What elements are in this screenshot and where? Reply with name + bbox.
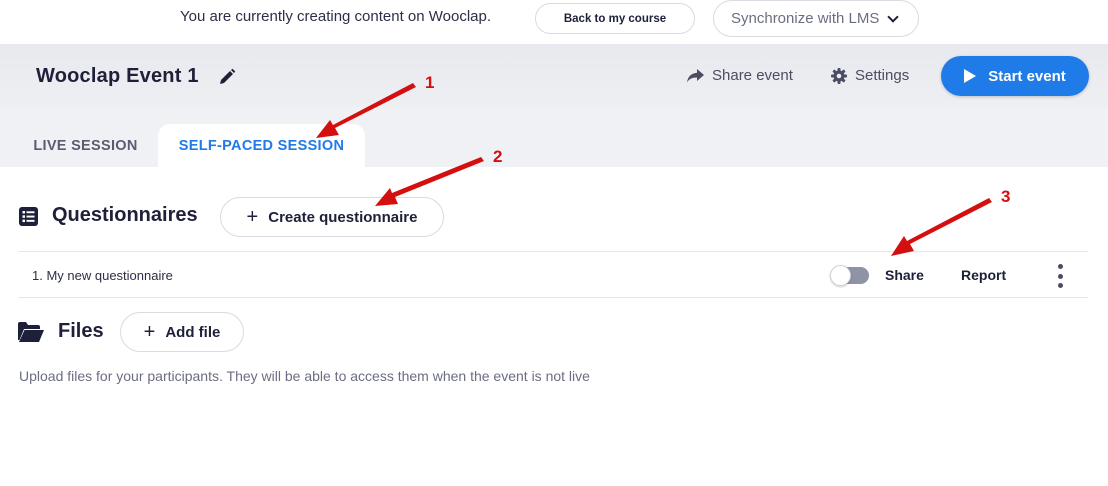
session-tabs: LIVE SESSION SELF-PACED SESSION bbox=[0, 107, 1108, 167]
tab-self-paced-session[interactable]: SELF-PACED SESSION bbox=[158, 124, 365, 167]
files-title: Files bbox=[58, 320, 104, 342]
banner-text: You are currently creating content on Wo… bbox=[180, 8, 492, 25]
questionnaires-title: Questionnaires bbox=[52, 204, 198, 226]
event-header: Wooclap Event 1 Share event Settings Sta… bbox=[0, 44, 1108, 107]
questionnaire-toggle[interactable] bbox=[830, 265, 869, 286]
share-event-button[interactable]: Share event bbox=[687, 67, 793, 84]
questionnaire-name[interactable]: 1. My new questionnaire bbox=[32, 268, 173, 283]
annotation-number-3: 3 bbox=[1001, 187, 1011, 206]
plus-icon: + bbox=[143, 321, 156, 343]
create-questionnaire-label: Create questionnaire bbox=[268, 208, 418, 226]
questionnaire-report-button[interactable]: Report bbox=[961, 267, 1006, 283]
sync-lms-label: Synchronize with LMS bbox=[731, 10, 880, 27]
files-description: Upload files for your participants. They… bbox=[19, 368, 590, 384]
tab-live-session[interactable]: LIVE SESSION bbox=[18, 124, 153, 167]
start-event-button[interactable]: Start event bbox=[941, 56, 1089, 96]
kebab-menu-icon[interactable] bbox=[1056, 264, 1064, 288]
sync-lms-select[interactable]: Synchronize with LMS bbox=[713, 0, 919, 37]
plus-icon: + bbox=[246, 206, 259, 228]
share-event-label: Share event bbox=[712, 67, 793, 84]
add-file-label: Add file bbox=[165, 323, 221, 341]
folder-icon bbox=[18, 322, 44, 342]
share-arrow-icon bbox=[687, 68, 704, 82]
back-to-course-button[interactable]: Back to my course bbox=[535, 3, 695, 34]
settings-button[interactable]: Settings bbox=[831, 67, 909, 84]
settings-label: Settings bbox=[855, 67, 910, 84]
annotation-number-2: 2 bbox=[493, 147, 503, 166]
gear-icon bbox=[831, 67, 847, 84]
questionnaire-share-button[interactable]: Share bbox=[885, 267, 924, 283]
toggle-knob bbox=[830, 265, 851, 286]
questionnaire-row: 1. My new questionnaire Share Report bbox=[18, 251, 1088, 298]
event-title: Wooclap Event 1 bbox=[36, 65, 199, 87]
start-event-label: Start event bbox=[988, 67, 1066, 85]
chevron-down-icon bbox=[887, 10, 900, 23]
annotation-arrow-3 bbox=[891, 198, 992, 256]
annotation-number-1: 1 bbox=[425, 73, 435, 92]
list-icon bbox=[19, 207, 38, 226]
pencil-icon[interactable] bbox=[218, 68, 236, 86]
create-questionnaire-button[interactable]: + Create questionnaire bbox=[220, 197, 444, 237]
add-file-button[interactable]: + Add file bbox=[120, 312, 244, 352]
play-icon bbox=[964, 69, 977, 83]
lms-banner: You are currently creating content on Wo… bbox=[0, 0, 1108, 44]
